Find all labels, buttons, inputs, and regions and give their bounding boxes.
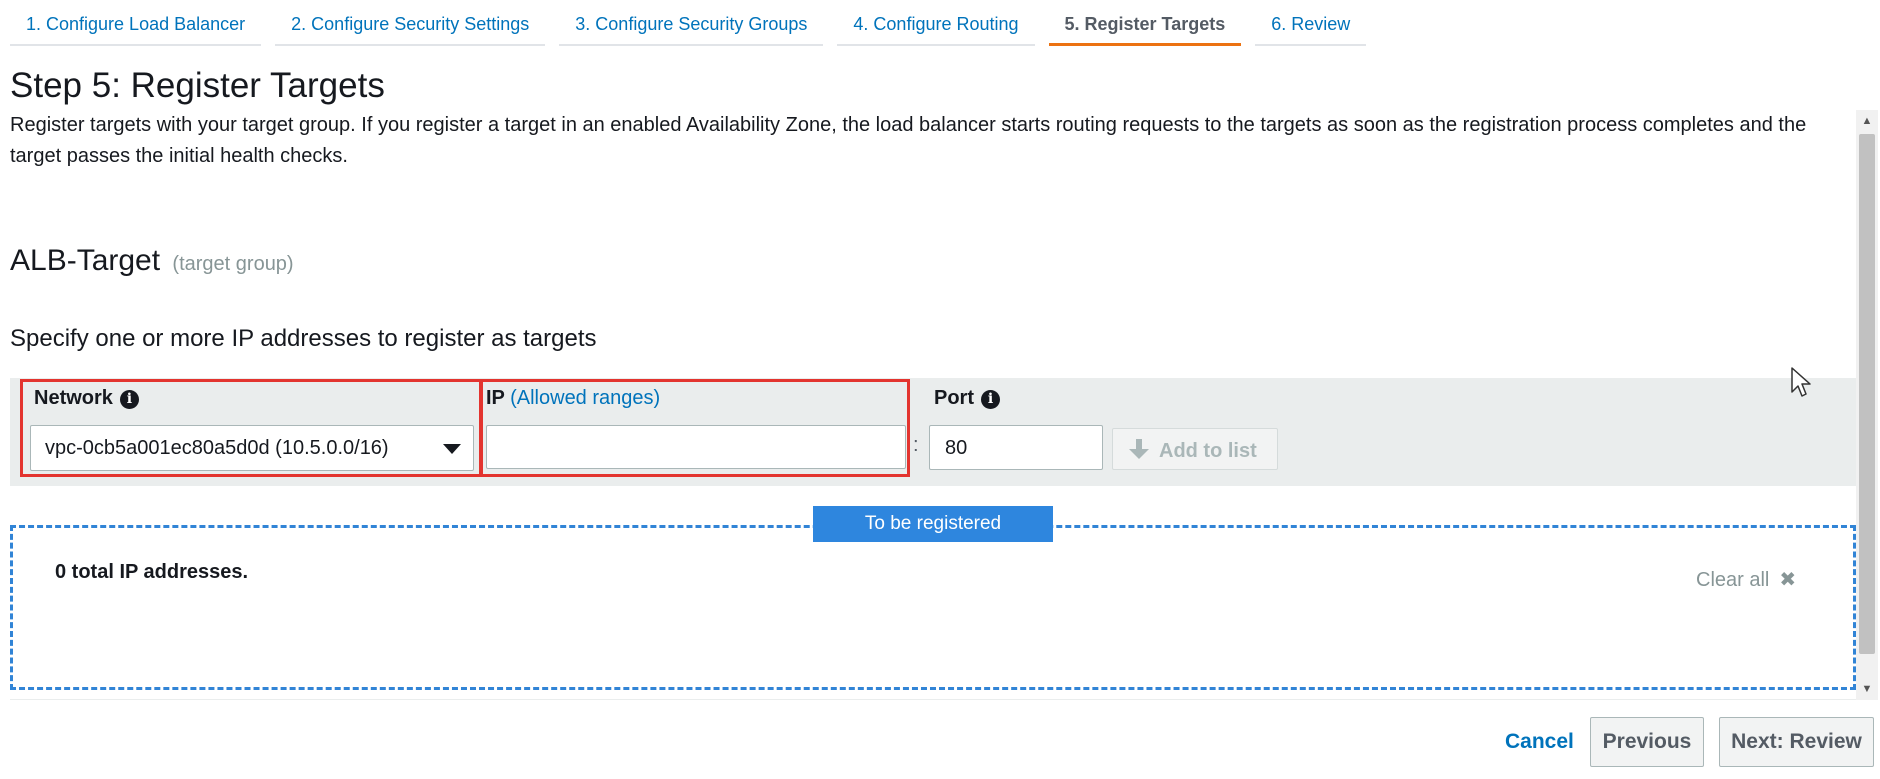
step-register-targets[interactable]: 5. Register Targets [1048,0,1242,46]
arrow-down-icon [1129,439,1149,461]
info-icon[interactable]: i [981,390,1000,409]
to-be-registered-tag: To be registered [813,506,1053,542]
mouse-cursor-icon [1791,367,1811,397]
clear-all-button[interactable]: Clear all ✖ [1696,567,1796,592]
total-ip-count: 0 total IP addresses. [55,561,249,583]
to-be-registered-area [10,525,1856,690]
network-highlight-box [20,379,482,477]
step-review[interactable]: 6. Review [1255,0,1367,46]
step-configure-load-balancer[interactable]: 1. Configure Load Balancer [10,0,262,46]
step-configure-routing[interactable]: 4. Configure Routing [837,0,1035,46]
next-review-button[interactable]: Next: Review [1719,717,1874,767]
wizard-steps: 1. Configure Load Balancer 2. Configure … [10,0,1380,48]
previous-button[interactable]: Previous [1590,717,1704,767]
scroll-down-arrow-icon[interactable]: ▼ [1856,678,1878,700]
add-to-list-label: Add to list [1159,440,1257,462]
register-instructions: Specify one or more IP addresses to regi… [10,325,597,352]
add-to-list-button[interactable]: Add to list [1112,428,1278,470]
port-label: Port i [934,387,1000,410]
scroll-up-arrow-icon[interactable]: ▲ [1856,110,1878,132]
clear-all-label: Clear all [1696,569,1770,591]
target-group-heading: ALB-Target (target group) [10,244,294,278]
close-icon: ✖ [1779,569,1797,591]
ip-port-separator: : [913,434,919,456]
page-title: Step 5: Register Targets [10,66,385,105]
scroll-thumb[interactable] [1859,134,1875,654]
page-description: Register targets with your target group.… [10,114,1807,167]
footer-divider [10,699,1856,700]
ip-highlight-box [480,379,910,477]
port-input[interactable]: 80 [929,425,1103,470]
target-group-name: ALB-Target [10,244,161,277]
step-configure-security-settings[interactable]: 2. Configure Security Settings [275,0,546,46]
cancel-button[interactable]: Cancel [1505,730,1574,754]
vertical-scrollbar[interactable]: ▲ ▼ [1856,110,1878,700]
target-group-type-label: (target group) [172,253,294,275]
step-configure-security-groups[interactable]: 3. Configure Security Groups [559,0,824,46]
